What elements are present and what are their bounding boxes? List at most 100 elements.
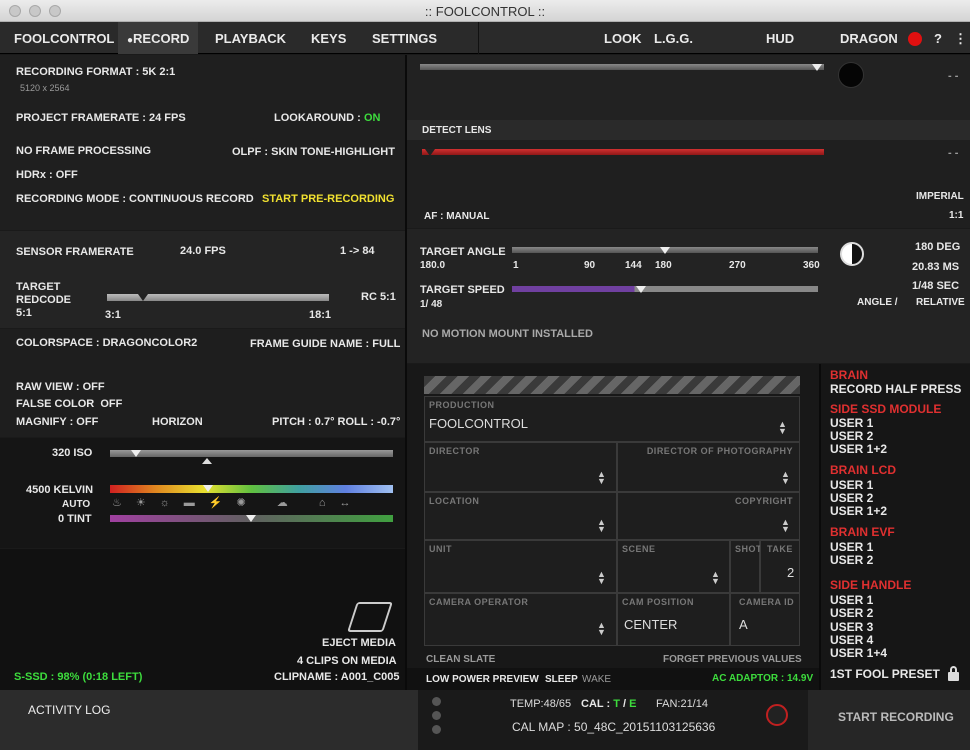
shutter-degrees: 180 DEG xyxy=(915,241,961,253)
horizon-label[interactable]: HORIZON xyxy=(152,416,203,428)
shot-field[interactable]: SHOT xyxy=(730,540,762,593)
help-button[interactable]: ? xyxy=(934,31,942,46)
tab-playback[interactable]: PLAYBACK xyxy=(215,31,286,46)
scene-field[interactable]: SCENE ▲ ▼ xyxy=(617,540,730,593)
side-handle-user-4[interactable]: USER 4 xyxy=(830,633,873,647)
side-handle-user-2[interactable]: USER 2 xyxy=(830,606,873,620)
start-recording-button[interactable]: START RECORDING xyxy=(838,710,954,724)
motion-mount-status: NO MOTION MOUNT INSTALLED xyxy=(422,328,593,340)
tint-slider-thumb[interactable] xyxy=(246,515,256,522)
side-handle-user-3[interactable]: USER 3 xyxy=(830,620,873,634)
side-handle-user-1-4[interactable]: USER 1+4 xyxy=(830,646,887,660)
copyright-field[interactable]: COPYRIGHT ▲ ▼ xyxy=(617,492,800,540)
forget-values-button[interactable]: FORGET PREVIOUS VALUES xyxy=(663,654,802,665)
brand-menu[interactable]: FOOLCONTROL xyxy=(14,31,114,46)
clapper-stripe xyxy=(424,376,800,394)
relative-mode-toggle[interactable]: RELATIVE xyxy=(916,297,965,308)
iris-slider-thumb[interactable] xyxy=(812,64,822,71)
speed-slider-thumb[interactable] xyxy=(635,286,646,293)
unit-stepper-icon[interactable]: ▲ ▼ xyxy=(597,570,606,586)
director-field[interactable]: DIRECTOR ▲ ▼ xyxy=(424,442,617,492)
sensor-framerate-value[interactable]: 24.0 FPS xyxy=(180,245,226,257)
raw-view-setting[interactable]: RAW VIEW : OFF xyxy=(16,381,105,393)
sleep-button[interactable]: SLEEP xyxy=(545,674,578,685)
kelvin-slider-thumb[interactable] xyxy=(203,485,213,492)
menu-lgg[interactable]: L.G.G. xyxy=(654,31,693,46)
fool-preset[interactable]: 1ST FOOL PRESET xyxy=(830,667,940,681)
magnify-setting[interactable]: MAGNIFY : OFF xyxy=(16,416,98,428)
unit-field[interactable]: UNIT ▲ ▼ xyxy=(424,540,617,593)
iris-slider[interactable] xyxy=(420,64,824,70)
frame-processing[interactable]: NO FRAME PROCESSING xyxy=(16,145,151,157)
production-field[interactable]: PRODUCTION FOOLCONTROL ▲ ▼ xyxy=(424,396,800,442)
focus-slider[interactable] xyxy=(422,149,824,155)
operator-stepper-icon[interactable]: ▲ ▼ xyxy=(597,621,606,637)
project-framerate[interactable]: PROJECT FRAMERATE : 24 FPS xyxy=(16,112,186,124)
speed-slider[interactable] xyxy=(512,286,818,292)
more-menu-icon[interactable]: ⋮ xyxy=(954,31,967,47)
imperial-units[interactable]: IMPERIAL xyxy=(916,191,964,202)
side-ssd-user-2[interactable]: USER 2 xyxy=(830,429,873,443)
angle-slider-thumb[interactable] xyxy=(660,247,670,254)
tab-keys[interactable]: KEYS xyxy=(311,31,346,46)
brain-lcd-user-1-2[interactable]: USER 1+2 xyxy=(830,504,887,518)
lookaround-toggle[interactable]: ON xyxy=(364,112,381,124)
menu-look[interactable]: LOOK xyxy=(604,31,642,46)
scene-stepper-icon[interactable]: ▲ ▼ xyxy=(711,570,720,586)
menu-hud[interactable]: HUD xyxy=(766,31,794,46)
frame-guide-setting[interactable]: FRAME GUIDE NAME : FULL xyxy=(250,338,400,350)
side-handle-user-1[interactable]: USER 1 xyxy=(830,593,873,607)
recording-format[interactable]: RECORDING FORMAT : 5K 2:1 xyxy=(16,66,175,78)
record-half-press[interactable]: RECORD HALF PRESS xyxy=(830,382,961,396)
wake-button[interactable]: WAKE xyxy=(582,674,611,685)
low-power-preview-button[interactable]: LOW POWER PREVIEW xyxy=(426,674,539,685)
eject-media-button[interactable]: EJECT MEDIA xyxy=(322,637,396,649)
copyright-stepper-icon[interactable]: ▲ ▼ xyxy=(781,518,790,534)
iso-slider[interactable] xyxy=(110,450,393,457)
hdrx-setting[interactable]: HDRx : OFF xyxy=(16,169,78,181)
detect-lens-button[interactable]: DETECT LENS xyxy=(422,125,491,136)
olpf-setting[interactable]: OLPF : SKIN TONE-HIGHLIGHT xyxy=(232,146,395,158)
tint-value[interactable]: 0 TINT xyxy=(58,513,92,525)
colorspace-setting[interactable]: COLORSPACE : DRAGONCOLOR2 xyxy=(16,337,197,349)
activity-log-button[interactable]: ACTIVITY LOG xyxy=(28,703,110,717)
kelvin-auto[interactable]: AUTO xyxy=(62,499,90,510)
kelvin-slider[interactable] xyxy=(110,485,393,493)
location-stepper-icon[interactable]: ▲ ▼ xyxy=(597,518,606,534)
cam-position-field[interactable]: CAM POSITION CENTER xyxy=(617,593,730,646)
brain-heading: BRAIN xyxy=(830,368,868,382)
camera-id-field[interactable]: CAMERA ID A xyxy=(730,593,800,646)
camera-operator-field[interactable]: CAMERA OPERATOR ▲ ▼ xyxy=(424,593,617,646)
brain-lcd-user-2[interactable]: USER 2 xyxy=(830,491,873,505)
side-ssd-user-1[interactable]: USER 1 xyxy=(830,416,873,430)
dop-stepper-icon[interactable]: ▲ ▼ xyxy=(781,470,790,486)
brain-lcd-user-1[interactable]: USER 1 xyxy=(830,478,873,492)
target-angle-value[interactable]: 180.0 xyxy=(420,260,445,271)
brain-evf-user-1[interactable]: USER 1 xyxy=(830,540,873,554)
tab-settings[interactable]: SETTINGS xyxy=(372,31,437,46)
af-mode[interactable]: AF : MANUAL xyxy=(424,211,490,222)
start-pre-recording-button[interactable]: START PRE-RECORDING xyxy=(262,193,394,205)
redcode-slider-thumb[interactable] xyxy=(137,294,148,301)
iso-value[interactable]: 320 ISO xyxy=(52,447,92,459)
recording-mode[interactable]: RECORDING MODE : CONTINUOUS RECORD xyxy=(16,193,254,205)
brain-evf-user-2[interactable]: USER 2 xyxy=(830,553,873,567)
kelvin-value[interactable]: 4500 KELVIN xyxy=(26,484,93,496)
redcode-value: RC 5:1 xyxy=(361,291,396,303)
take-field[interactable]: TAKE 2 xyxy=(760,540,800,593)
production-stepper-icon[interactable]: ▲ ▼ xyxy=(778,420,787,436)
lock-icon[interactable] xyxy=(948,666,959,681)
focus-slider-thumb[interactable] xyxy=(425,149,435,156)
location-field[interactable]: LOCATION ▲ ▼ xyxy=(424,492,617,540)
iso-slider-thumb[interactable] xyxy=(131,450,141,457)
angle-mode-toggle[interactable]: ANGLE / xyxy=(857,297,898,308)
false-color-setting[interactable]: FALSE COLOR OFF xyxy=(16,398,122,410)
tab-record[interactable]: ●RECORD xyxy=(127,31,189,46)
wb-preset-icons[interactable]: ♨☀☼▬⚡✺ ☁ ⌂↔ xyxy=(112,496,364,509)
director-stepper-icon[interactable]: ▲ ▼ xyxy=(597,470,606,486)
side-ssd-user-1-2[interactable]: USER 1+2 xyxy=(830,442,887,456)
dop-field[interactable]: DIRECTOR OF PHOTOGRAPHY ▲ ▼ xyxy=(617,442,800,492)
target-speed-value[interactable]: 1/ 48 xyxy=(420,299,442,310)
target-speed-label: TARGET SPEED xyxy=(420,284,505,296)
clean-slate-button[interactable]: CLEAN SLATE xyxy=(426,654,495,665)
